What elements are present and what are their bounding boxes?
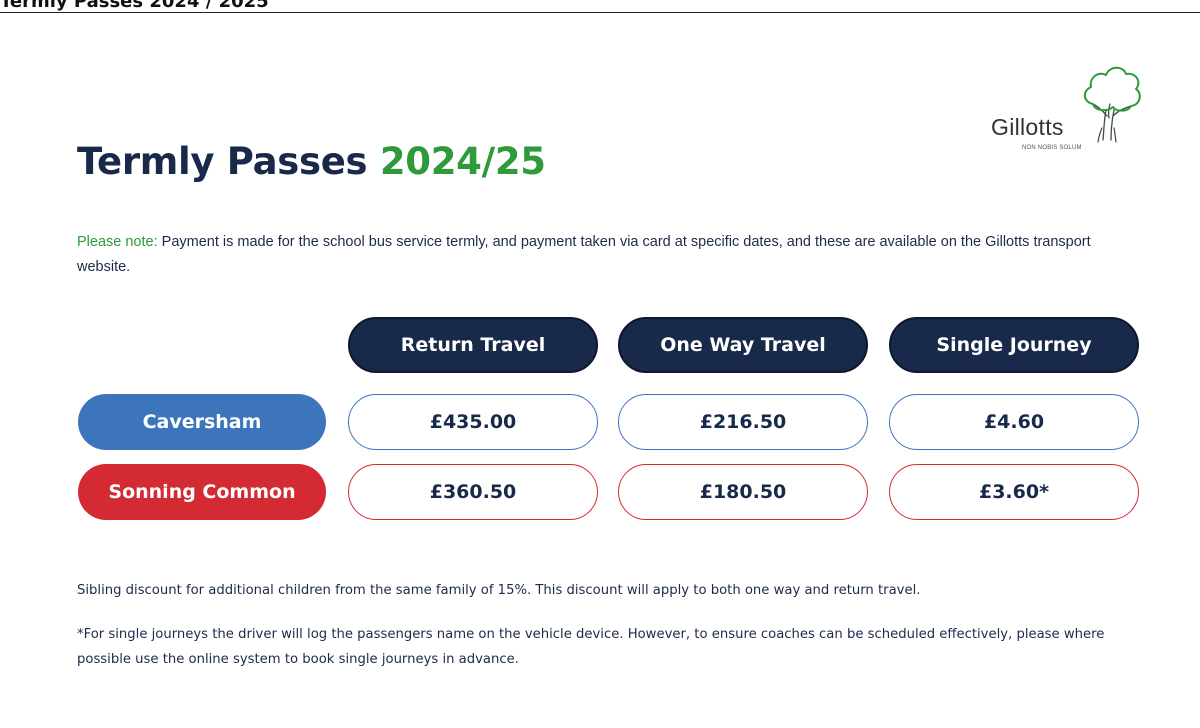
gillotts-logo: Gillotts NON NOBIS SOLUM — [985, 58, 1145, 178]
single-journey-note: *For single journeys the driver will log… — [77, 627, 1105, 667]
page-title: Termly Passes 2024/25 — [77, 140, 546, 183]
logo-name: Gillotts — [991, 114, 1064, 140]
document-header-bar: Termly Passes 2024 / 2025 — [0, 0, 1200, 13]
note-label: Please note: — [77, 234, 158, 250]
row-label-sonning-common: Sonning Common — [78, 464, 326, 520]
price-caversham-one-way: £216.50 — [618, 394, 868, 450]
column-header-single: Single Journey — [889, 317, 1139, 373]
row-label-caversham: Caversham — [78, 394, 326, 450]
price-caversham-single: £4.60 — [889, 394, 1139, 450]
payment-note: Please note: Payment is made for the sch… — [77, 230, 1137, 280]
document-header-title: Termly Passes 2024 / 2025 — [0, 0, 269, 12]
column-header-return: Return Travel — [348, 317, 598, 373]
column-header-one-way: One Way Travel — [618, 317, 868, 373]
price-sonning-return: £360.50 — [348, 464, 598, 520]
price-caversham-return: £435.00 — [348, 394, 598, 450]
price-sonning-single: £3.60* — [889, 464, 1139, 520]
price-sonning-one-way: £180.50 — [618, 464, 868, 520]
logo-motto: NON NOBIS SOLUM — [1022, 145, 1082, 151]
sibling-discount-note: Sibling discount for additional children… — [77, 583, 921, 598]
note-text: Payment is made for the school bus servi… — [77, 234, 1091, 275]
page-title-text: Termly Passes — [77, 140, 380, 183]
page-title-year: 2024/25 — [379, 140, 546, 183]
